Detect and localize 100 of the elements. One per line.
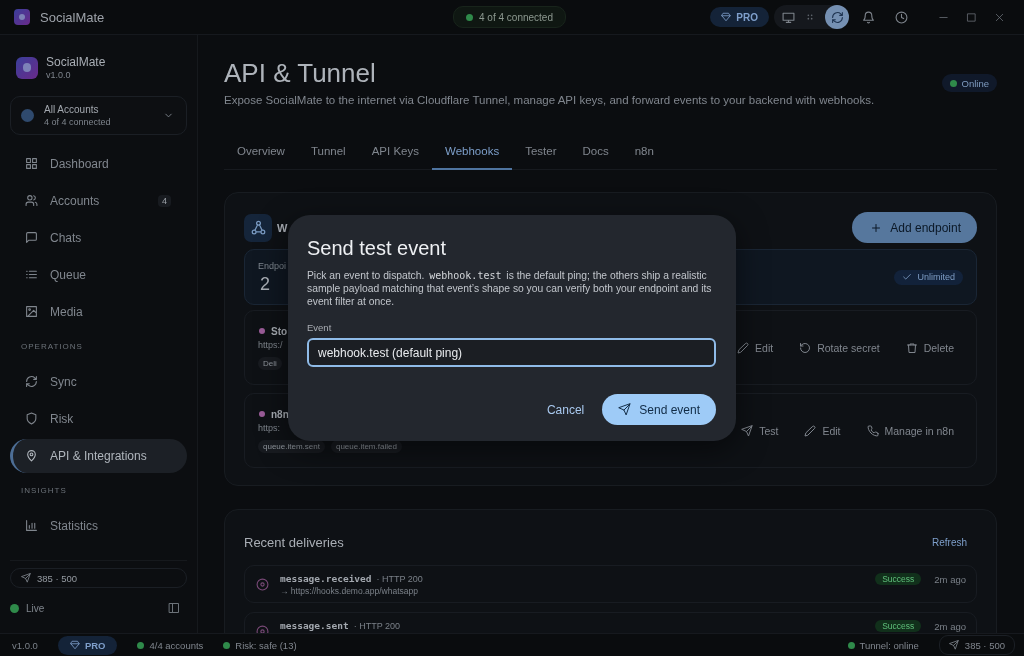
account-name: All Accounts	[44, 104, 100, 115]
status-dot-icon	[847, 641, 855, 649]
page-title: API & Tunnel	[224, 58, 377, 88]
gem-icon	[721, 12, 732, 22]
tab[interactable]: Tunnel	[297, 133, 359, 170]
status-dot-icon	[466, 13, 473, 21]
add-endpoint-button[interactable]: Add endpoint	[852, 212, 977, 243]
app-name: SocialMate	[40, 9, 105, 25]
pro-button[interactable]: PRO	[57, 635, 118, 655]
page-subtitle: Expose SocialMate to the internet via Cloudflare Tunnel, manage API keys, and forward events to your backend with webhooks.	[224, 93, 875, 108]
status-dot-icon	[223, 641, 231, 649]
nav-item[interactable]: Accounts 4	[10, 183, 187, 218]
endpoint-url: https:	[258, 422, 281, 433]
endpoint-name: Sto	[271, 325, 288, 337]
shield-icon	[25, 412, 38, 425]
test-action[interactable]: Test	[741, 424, 779, 437]
stats-label: Endpoi	[258, 260, 287, 271]
sync-icon	[25, 375, 38, 388]
nav-item[interactable]: API & Integrations	[10, 438, 187, 473]
endpoint-url: https:/	[258, 339, 284, 350]
tab[interactable]: Docs	[569, 133, 622, 170]
tab[interactable]: n8n	[621, 133, 667, 170]
nav-item[interactable]: Dashboard	[10, 146, 187, 181]
clock-icon[interactable]	[895, 10, 908, 24]
rotate-action[interactable]: Rotate secret	[799, 341, 880, 354]
nav-item[interactable]: Statistics	[10, 508, 187, 543]
nav-item[interactable]: Sync	[10, 364, 187, 399]
nav-item[interactable]: Queue	[10, 257, 187, 292]
status-text: Tunnel: online	[859, 639, 919, 651]
trash-icon	[905, 341, 918, 354]
maximize-icon[interactable]	[966, 11, 977, 23]
status-dot-icon	[10, 603, 19, 613]
nav-item[interactable]: Risk	[10, 401, 187, 436]
status-dot-icon	[137, 641, 145, 649]
quota-text: 385 · 500	[37, 572, 78, 584]
quota-text: 385 · 500	[964, 639, 1005, 651]
version-label: v1.0.0	[12, 639, 38, 651]
app-logo-icon	[14, 9, 30, 25]
tab[interactable]: Tester	[512, 133, 570, 170]
stats-value: 2	[259, 273, 271, 294]
panel-icon[interactable]	[168, 602, 180, 614]
pin-icon	[25, 449, 38, 462]
status-text: Online	[961, 77, 989, 89]
chat-bubble-icon	[25, 231, 38, 244]
tab[interactable]: Overview	[224, 133, 298, 170]
nav-item[interactable]: Chats	[10, 220, 187, 255]
tab[interactable]: Webhooks	[432, 133, 513, 170]
rotate-icon	[799, 341, 812, 354]
image-icon	[25, 305, 38, 318]
section-heading: INSIGHTS	[20, 485, 68, 497]
edit-action[interactable]: Edit	[737, 341, 774, 354]
close-icon[interactable]	[994, 11, 1005, 23]
result-badge: Success	[875, 573, 922, 585]
cancel-button[interactable]: Cancel	[534, 394, 597, 425]
phone-icon	[866, 424, 879, 437]
list-icon	[25, 268, 38, 281]
dashboard-grid-icon	[25, 157, 38, 170]
event-field[interactable]: webhook.test (default ping)	[307, 338, 716, 367]
endpoint-name: n8n	[271, 408, 289, 420]
send-button[interactable]: Send event	[602, 394, 716, 425]
pro-button[interactable]: PRO	[710, 7, 769, 27]
count-badge: 4	[158, 194, 171, 207]
field-label: Event	[307, 322, 333, 333]
send-icon	[948, 640, 959, 650]
bar-chart-icon	[25, 519, 38, 532]
event-tag: Deli	[258, 356, 282, 370]
account-status: 4 of 4 connected	[44, 117, 112, 127]
event-tag: queue.item.sent	[258, 439, 325, 453]
dialog-title: Send test event	[307, 236, 447, 260]
nav-item[interactable]: Media	[10, 294, 187, 329]
dots-icon[interactable]	[805, 12, 815, 22]
limit-text: Unlimited	[917, 272, 955, 282]
account-switcher[interactable]: All Accounts 4 of 4 connected	[10, 96, 187, 135]
status-dot-icon	[949, 79, 957, 87]
users-icon	[25, 194, 38, 207]
check-icon	[902, 272, 913, 282]
pencil-icon	[804, 424, 817, 437]
account-circle-icon	[21, 109, 34, 122]
section-heading: OPERATIONS	[20, 341, 84, 353]
app-name: SocialMate	[46, 55, 106, 69]
card-title: Recent deliveries	[244, 534, 344, 550]
plus-icon	[870, 221, 883, 234]
bell-icon[interactable]	[862, 10, 875, 24]
refresh-link[interactable]: Refresh	[932, 536, 977, 548]
delete-action[interactable]: Delete	[905, 341, 954, 354]
target-url: → https://hooks.demo.app/whatsapp	[280, 586, 419, 596]
http-status: · HTTP 200	[376, 574, 423, 584]
circular-arrows-icon[interactable]	[825, 5, 849, 29]
version-label: v1.0.0	[46, 70, 72, 80]
monitor-icon[interactable]	[782, 10, 795, 24]
live-label: Live	[26, 602, 45, 614]
status-text: Risk: safe (13)	[235, 639, 297, 651]
tab[interactable]: API Keys	[358, 133, 432, 170]
connection-status: 4 of 4 connected	[479, 11, 553, 23]
http-status: · HTTP 200	[353, 621, 400, 631]
send-icon	[618, 403, 632, 416]
send-icon	[741, 424, 754, 437]
event-name: message.received	[280, 573, 372, 584]
manage-action[interactable]: Manage in n8n	[866, 424, 954, 437]
edit-action[interactable]: Edit	[804, 424, 841, 437]
